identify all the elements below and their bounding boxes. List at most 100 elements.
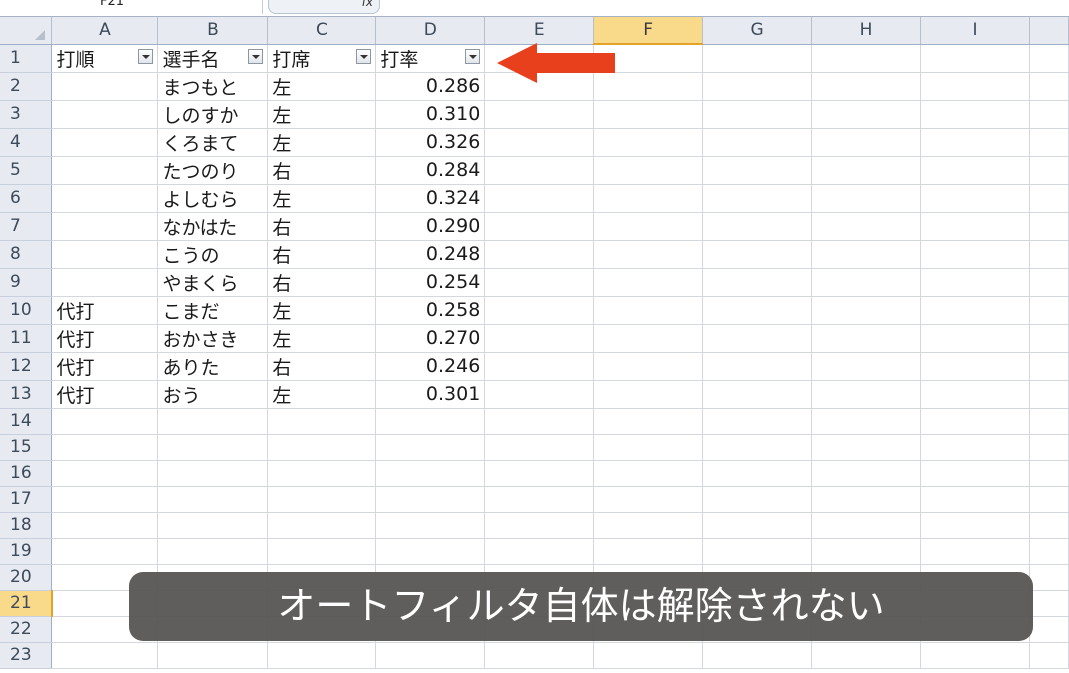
cell[interactable] [920, 296, 1030, 325]
cell[interactable] [593, 460, 704, 487]
cell[interactable] [702, 156, 813, 185]
row-header[interactable]: 3 [0, 100, 53, 129]
cell-batting-average[interactable]: 0.326 [375, 128, 486, 157]
cell[interactable] [593, 486, 704, 513]
cell[interactable] [811, 486, 921, 513]
name-box[interactable]: F21 [0, 0, 263, 14]
cell[interactable] [484, 324, 595, 353]
cell-batting-average[interactable]: 0.324 [375, 184, 486, 213]
cell-batting-order-label[interactable] [51, 184, 159, 213]
row-header[interactable]: 6 [0, 184, 53, 213]
cell[interactable] [920, 324, 1030, 353]
cell-player-name[interactable]: 7こうの [157, 240, 269, 269]
cell[interactable] [484, 212, 595, 241]
cell[interactable] [375, 408, 486, 435]
cell[interactable] [593, 156, 704, 185]
cell[interactable] [702, 460, 813, 487]
cell[interactable] [375, 642, 486, 669]
cell[interactable] [1029, 72, 1069, 101]
cell[interactable] [593, 212, 704, 241]
cell[interactable] [267, 512, 377, 539]
cell[interactable] [267, 434, 377, 461]
cell[interactable] [593, 268, 704, 297]
row-header[interactable]: 21 [0, 590, 53, 617]
cell[interactable] [920, 44, 1030, 73]
cell[interactable] [157, 408, 269, 435]
cell[interactable] [920, 408, 1030, 435]
cell-batting-order-label[interactable] [51, 100, 159, 129]
cell-batting-order-label[interactable] [51, 212, 159, 241]
cell[interactable] [811, 44, 921, 73]
cell-batting-average[interactable]: 0.248 [375, 240, 486, 269]
cell[interactable] [1029, 268, 1069, 297]
cell[interactable] [375, 486, 486, 513]
column-header-j[interactable] [1029, 17, 1069, 45]
cell[interactable] [375, 434, 486, 461]
cell[interactable] [484, 100, 595, 129]
row-header[interactable]: 9 [0, 268, 53, 297]
cell[interactable] [920, 512, 1030, 539]
filter-dropdown-icon[interactable] [465, 48, 481, 64]
cell-player-name[interactable]: 4たつのり [157, 156, 269, 185]
cell-player-name[interactable]: 6なかはた [157, 212, 269, 241]
cell[interactable] [593, 352, 704, 381]
cell[interactable] [593, 240, 704, 269]
cell[interactable] [1029, 44, 1069, 73]
cell[interactable] [157, 460, 269, 487]
column-header-d[interactable]: D [375, 17, 486, 45]
cell-batting-order-label[interactable] [51, 240, 159, 269]
cell-batting-average[interactable]: 0.286 [375, 72, 486, 101]
cell[interactable] [157, 642, 269, 669]
cell[interactable] [811, 296, 921, 325]
cell[interactable] [51, 434, 159, 461]
cell[interactable] [593, 408, 704, 435]
cell[interactable] [593, 296, 704, 325]
row-header[interactable]: 8 [0, 240, 53, 269]
cell[interactable] [920, 486, 1030, 513]
cell[interactable] [484, 512, 595, 539]
cell[interactable] [593, 128, 704, 157]
cell[interactable] [811, 380, 921, 409]
cell[interactable] [702, 380, 813, 409]
cell[interactable] [920, 460, 1030, 487]
cell[interactable] [702, 240, 813, 269]
cell[interactable] [1029, 486, 1069, 513]
cell[interactable] [51, 408, 159, 435]
cell[interactable] [593, 512, 704, 539]
row-header[interactable]: 11 [0, 324, 53, 353]
cell-batting-side[interactable]: 左 [267, 128, 377, 157]
cell[interactable] [702, 324, 813, 353]
cell-batting-order-label[interactable] [51, 72, 159, 101]
cell-batting-average[interactable]: 0.284 [375, 156, 486, 185]
cell[interactable] [484, 642, 595, 669]
cell[interactable] [484, 268, 595, 297]
cell[interactable] [51, 538, 159, 565]
cell[interactable] [267, 642, 377, 669]
cell[interactable] [1029, 128, 1069, 157]
cell-batting-order-label[interactable] [51, 128, 159, 157]
cell-batting-side[interactable]: 右 [267, 156, 377, 185]
cell[interactable] [593, 434, 704, 461]
cell-batting-side[interactable]: 右 [267, 240, 377, 269]
cell[interactable] [593, 184, 704, 213]
cell[interactable] [702, 72, 813, 101]
cell[interactable] [484, 408, 595, 435]
cell[interactable] [702, 486, 813, 513]
cell-player-name[interactable]: 8やまくら [157, 268, 269, 297]
cell[interactable] [267, 460, 377, 487]
row-header-1[interactable]: 1 [0, 44, 53, 73]
cell[interactable] [920, 100, 1030, 129]
cell[interactable] [267, 538, 377, 565]
row-header[interactable]: 20 [0, 564, 53, 591]
row-header[interactable]: 2 [0, 72, 53, 101]
column-header-f[interactable]: F [593, 17, 704, 45]
cell-batting-average[interactable]: 0.254 [375, 268, 486, 297]
cell[interactable] [375, 460, 486, 487]
select-all-corner[interactable] [0, 17, 53, 45]
cell[interactable] [593, 538, 704, 565]
row-header[interactable]: 23 [0, 642, 53, 669]
cell[interactable] [702, 100, 813, 129]
cell[interactable] [1029, 538, 1069, 565]
cell[interactable] [593, 380, 704, 409]
cell[interactable] [51, 486, 159, 513]
